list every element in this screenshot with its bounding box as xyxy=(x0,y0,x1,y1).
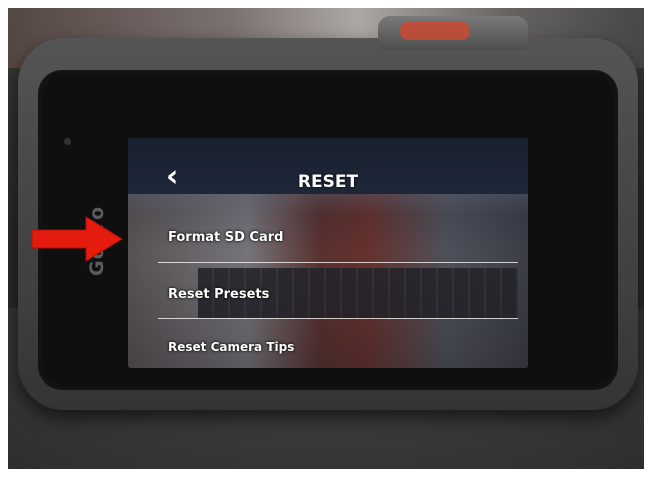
menu-divider xyxy=(158,262,518,263)
screen-title: RESET xyxy=(297,172,359,192)
camera-screen: ‹ RESET Format SD Card Reset Presets Res… xyxy=(128,138,528,368)
front-sensor-dot xyxy=(64,138,71,145)
photo-frame: GoPro ‹ RESET Format SD Card Reset Prese… xyxy=(8,8,644,469)
menu-item-reset-camera-tips[interactable]: Reset Camera Tips xyxy=(168,340,508,354)
menu-divider xyxy=(158,318,518,319)
shutter-button-red xyxy=(400,22,470,40)
menu-item-format-sd-card[interactable]: Format SD Card xyxy=(168,230,508,245)
red-arrow-icon xyxy=(31,216,123,262)
menu-item-reset-presets[interactable]: Reset Presets xyxy=(168,287,508,302)
